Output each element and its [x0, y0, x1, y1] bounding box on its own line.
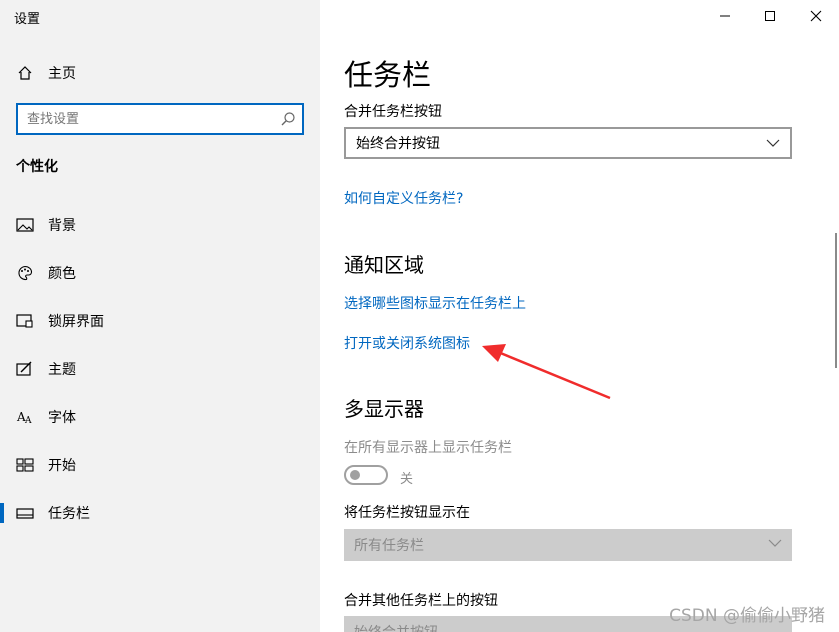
- combine-dropdown[interactable]: 始终合并按钮: [344, 127, 792, 159]
- show-on-all-displays-label: 在所有显示器上显示任务栏: [344, 440, 512, 456]
- show-on-all-displays-toggle[interactable]: [344, 465, 388, 485]
- search-icon[interactable]: [280, 111, 296, 127]
- notification-area-title: 通知区域: [344, 253, 424, 277]
- search-box[interactable]: [16, 103, 304, 135]
- sidebar-item-fonts[interactable]: AA 字体: [0, 397, 320, 437]
- close-button[interactable]: [793, 0, 839, 32]
- minimize-icon: [720, 15, 730, 17]
- sidebar-item-lock-screen[interactable]: 锁屏界面: [0, 301, 320, 341]
- sidebar-item-taskbar[interactable]: 任务栏: [0, 493, 320, 533]
- start-icon: [16, 456, 34, 474]
- multiple-displays-title: 多显示器: [344, 397, 424, 421]
- show-buttons-dropdown-value: 所有任务栏: [354, 538, 424, 554]
- scrollbar-thumb[interactable]: [835, 233, 837, 368]
- section-label: 个性化: [16, 159, 58, 175]
- main-content: 任务栏 合并任务栏按钮 始终合并按钮 如何自定义任务栏? 通知区域 选择哪些图标…: [320, 0, 839, 632]
- theme-icon: [16, 360, 34, 378]
- watermark: CSDN @偷偷小野猪: [669, 606, 825, 626]
- svg-text:A: A: [24, 416, 32, 425]
- home-icon: [16, 64, 34, 82]
- page-title: 任务栏: [344, 58, 432, 92]
- picture-icon: [16, 216, 34, 234]
- system-icons-link[interactable]: 打开或关闭系统图标: [344, 333, 470, 353]
- sidebar: 设置 主页 个性化 背景 颜色 锁屏界面 主题: [0, 0, 320, 632]
- sidebar-item-label: 字体: [48, 410, 76, 426]
- customize-taskbar-link[interactable]: 如何自定义任务栏?: [344, 188, 463, 208]
- sidebar-item-label: 颜色: [48, 266, 76, 282]
- annotation-arrow: [482, 344, 611, 400]
- taskbar-icon: [16, 504, 34, 522]
- sidebar-item-themes[interactable]: 主题: [0, 349, 320, 389]
- sidebar-item-start[interactable]: 开始: [0, 445, 320, 485]
- combine-label: 合并任务栏按钮: [344, 104, 442, 120]
- combine-dropdown-value: 始终合并按钮: [356, 136, 440, 152]
- window-title: 设置: [14, 12, 41, 27]
- chevron-down-icon: [766, 139, 780, 147]
- combine-other-dropdown-value: 始终合并按钮: [354, 622, 438, 632]
- combine-other-label: 合并其他任务栏上的按钮: [344, 593, 498, 609]
- search-input[interactable]: [18, 105, 268, 133]
- lock-screen-icon: [16, 312, 34, 330]
- show-buttons-label: 将任务栏按钮显示在: [344, 505, 470, 521]
- sidebar-item-label: 主页: [48, 66, 76, 82]
- sidebar-item-label: 主题: [48, 362, 76, 378]
- maximize-button[interactable]: [747, 0, 793, 32]
- sidebar-item-colors[interactable]: 颜色: [0, 253, 320, 293]
- toggle-knob: [350, 470, 360, 480]
- sidebar-item-home[interactable]: 主页: [0, 53, 320, 93]
- toggle-state-label: 关: [400, 472, 414, 487]
- font-icon: AA: [16, 408, 34, 426]
- sidebar-item-label: 开始: [48, 458, 76, 474]
- chevron-down-icon: [768, 539, 782, 547]
- select-icons-link[interactable]: 选择哪些图标显示在任务栏上: [344, 293, 526, 313]
- sidebar-item-label: 任务栏: [48, 506, 90, 522]
- maximize-icon: [765, 11, 775, 21]
- active-indicator: [0, 503, 4, 523]
- sidebar-item-label: 锁屏界面: [48, 314, 104, 330]
- minimize-button[interactable]: [702, 0, 748, 32]
- sidebar-item-label: 背景: [48, 218, 76, 234]
- show-buttons-dropdown[interactable]: 所有任务栏: [344, 529, 792, 561]
- close-icon: [810, 10, 822, 22]
- sidebar-item-background[interactable]: 背景: [0, 205, 320, 245]
- palette-icon: [16, 264, 34, 282]
